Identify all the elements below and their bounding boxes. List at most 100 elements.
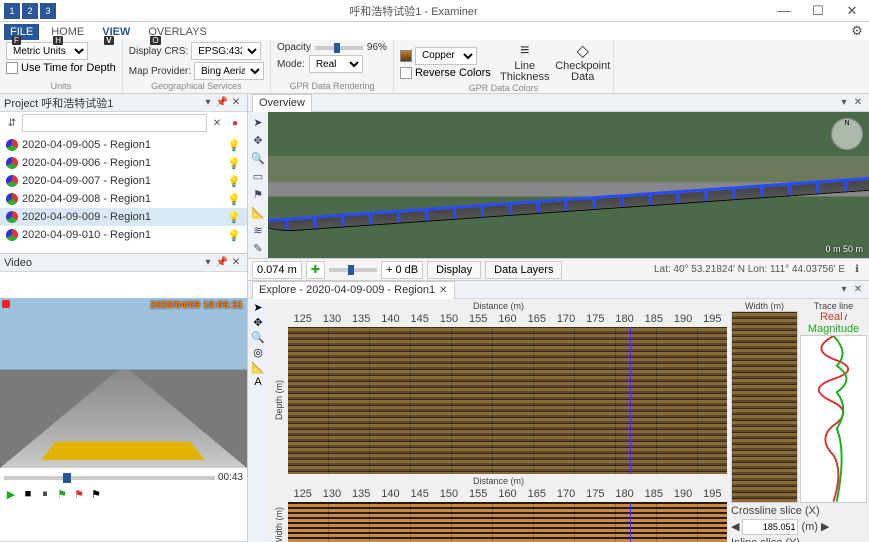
tree-item[interactable]: 2020-04-09-007 - Region1 💡 xyxy=(0,172,247,190)
panel-close-icon[interactable]: ✕ xyxy=(851,97,865,108)
tab-home[interactable]: HOME xyxy=(45,24,90,40)
qat-1[interactable]: 1 xyxy=(4,3,20,19)
crosshair-icon[interactable]: ✚ xyxy=(306,261,325,279)
pan-tool-icon[interactable]: ✥ xyxy=(253,316,262,329)
bulb-icon[interactable]: 💡 xyxy=(227,175,241,188)
display-button[interactable]: Display xyxy=(427,261,481,279)
region-icon xyxy=(6,211,18,223)
maximize-button[interactable]: ☐ xyxy=(801,0,835,22)
bulb-icon[interactable]: 💡 xyxy=(227,211,241,224)
crossline-cursor[interactable] xyxy=(630,327,631,474)
provider-select[interactable]: Bing Aerial xyxy=(194,62,264,80)
trace-canvas[interactable] xyxy=(800,335,867,503)
crs-label: Display CRS: xyxy=(129,46,188,57)
tab-view[interactable]: VIEW xyxy=(96,24,136,40)
pick-tool-icon[interactable]: ◎ xyxy=(253,346,263,359)
close-button[interactable]: ✕ xyxy=(835,0,869,22)
measure-tool-icon[interactable]: 📐 xyxy=(250,204,266,220)
crossline-input[interactable] xyxy=(742,519,798,535)
info-icon[interactable]: ℹ xyxy=(849,262,865,278)
overview-tab[interactable]: Overview xyxy=(252,94,312,112)
panel-close-icon[interactable]: ✕ xyxy=(229,257,243,268)
tree-item[interactable]: 2020-04-09-006 - Region1💡 xyxy=(0,154,247,172)
bulb-icon[interactable]: 💡 xyxy=(227,157,241,170)
stop-button[interactable]: ■ xyxy=(21,487,35,501)
panel-close-icon[interactable]: ✕ xyxy=(229,97,243,108)
ruler-tick: 150 xyxy=(434,313,463,325)
qat-2[interactable]: 2 xyxy=(22,3,38,19)
tree-item-label: 2020-04-09-007 - Region1 xyxy=(22,175,223,187)
bulb-icon[interactable]: 💡 xyxy=(227,139,241,152)
checkpoint-data-button[interactable]: ◇Checkpoint Data xyxy=(559,42,607,83)
tree-item[interactable]: 2020-04-09-009 - Region1💡 xyxy=(0,208,247,226)
bulb-icon[interactable]: 💡 xyxy=(227,193,241,206)
play-button[interactable]: ▶ xyxy=(4,487,18,501)
bscan-canvas[interactable] xyxy=(288,327,727,474)
crossline-cursor[interactable] xyxy=(630,502,631,542)
text-tool-icon[interactable]: A xyxy=(254,376,261,388)
bulb-icon[interactable]: 💡 xyxy=(227,229,241,242)
compass-icon[interactable] xyxy=(831,118,863,150)
ruler-tick: 130 xyxy=(317,313,346,325)
palette-select[interactable]: Copper xyxy=(415,47,477,65)
latlon-readout: Lat: 40° 53.21824' N Lon: 111° 44.03756'… xyxy=(654,264,845,275)
record-icon[interactable]: ● xyxy=(227,115,243,131)
opacity-slider[interactable] xyxy=(315,46,363,50)
flag-tool-icon[interactable]: ⚑ xyxy=(250,186,266,202)
tree-item[interactable]: 2020-04-09-010 - Region1💡 xyxy=(0,226,247,244)
minimize-button[interactable]: — xyxy=(767,0,801,22)
clear-search-icon[interactable]: ✕ xyxy=(209,115,225,131)
panel-menu-icon[interactable]: ▾ xyxy=(201,257,215,268)
width-slice-canvas[interactable] xyxy=(731,311,798,503)
flag-del-icon[interactable]: ⚑ xyxy=(72,487,86,501)
layer-tool-icon[interactable]: ≋ xyxy=(250,222,266,238)
tree-item-label: 2020-04-09-005 - Region1 xyxy=(22,139,223,151)
note-tool-icon[interactable]: ✎ xyxy=(250,240,266,256)
ruler-tick: 190 xyxy=(668,488,697,500)
area-tool-icon[interactable]: ▭ xyxy=(250,168,266,184)
flag-list-icon[interactable]: ⚑ xyxy=(89,487,103,501)
panel-menu-icon[interactable]: ▾ xyxy=(837,284,851,295)
window-title: 呼和浩特试验1 - Examiner xyxy=(60,3,767,19)
tab-close-icon[interactable]: ✕ xyxy=(439,285,447,296)
video-seek-slider[interactable] xyxy=(4,476,215,480)
zoom-tool-icon[interactable]: 🔍 xyxy=(251,331,265,344)
reverse-colors-checkbox[interactable]: Reverse Colors xyxy=(400,67,491,79)
tab-file[interactable]: FILE xyxy=(4,24,39,40)
pointer-tool-icon[interactable]: ➤ xyxy=(253,301,262,314)
crossline-prev-icon[interactable]: ◀ xyxy=(731,520,739,533)
pin-icon[interactable]: 📌 xyxy=(215,97,229,108)
map-toolbar: ➤ ✥ 🔍 ▭ ⚑ 📐 ≋ ✎ xyxy=(248,112,268,258)
measure-tool-icon[interactable]: 📐 xyxy=(251,361,265,374)
title-bar: 1 2 3 呼和浩特试验1 - Examiner — ☐ ✕ xyxy=(0,0,869,22)
tab-overlays[interactable]: OVERLAYS xyxy=(142,24,213,40)
crossline-next-icon[interactable]: ▶ xyxy=(821,520,829,533)
tree-item[interactable]: 2020-04-09-008 - Region1💡 xyxy=(0,190,247,208)
panel-menu-icon[interactable]: ▾ xyxy=(201,97,215,108)
search-input[interactable] xyxy=(22,114,207,132)
explore-tab[interactable]: Explore - 2020-04-09-009 - Region1✕ xyxy=(252,281,455,299)
ruler-tick: 125 xyxy=(288,313,317,325)
tree-item[interactable]: 2020-04-09-005 - Region1 💡 xyxy=(0,136,247,154)
qat-3[interactable]: 3 xyxy=(40,3,56,19)
use-time-checkbox[interactable]: Use Time for Depth xyxy=(6,62,116,74)
region-icon xyxy=(6,193,18,205)
crs-select[interactable]: EPSG:4326 xyxy=(191,42,261,60)
pointer-tool-icon[interactable]: ➤ xyxy=(250,114,266,130)
panel-close-icon[interactable]: ✕ xyxy=(851,284,865,295)
gain-slider[interactable] xyxy=(329,268,377,272)
ribbon-help-icon[interactable]: ⚙ xyxy=(845,22,869,40)
zoom-tool-icon[interactable]: 🔍 xyxy=(250,150,266,166)
line-thickness-button[interactable]: ≡Line Thickness xyxy=(501,42,549,83)
map-canvas[interactable]: 0 m 50 m xyxy=(268,112,869,258)
panel-menu-icon[interactable]: ▾ xyxy=(837,97,851,108)
cscan-canvas[interactable] xyxy=(288,502,727,542)
pause-button[interactable]: ⏸ xyxy=(38,487,52,501)
mode-select[interactable]: Real xyxy=(309,55,363,73)
pan-tool-icon[interactable]: ✥ xyxy=(250,132,266,148)
flag-add-icon[interactable]: ⚑ xyxy=(55,487,69,501)
region-icon xyxy=(6,175,18,187)
data-layers-button[interactable]: Data Layers xyxy=(485,261,562,279)
pin-icon[interactable]: 📌 xyxy=(215,257,229,268)
tree-expand-icon[interactable]: ⇵ xyxy=(4,115,20,131)
